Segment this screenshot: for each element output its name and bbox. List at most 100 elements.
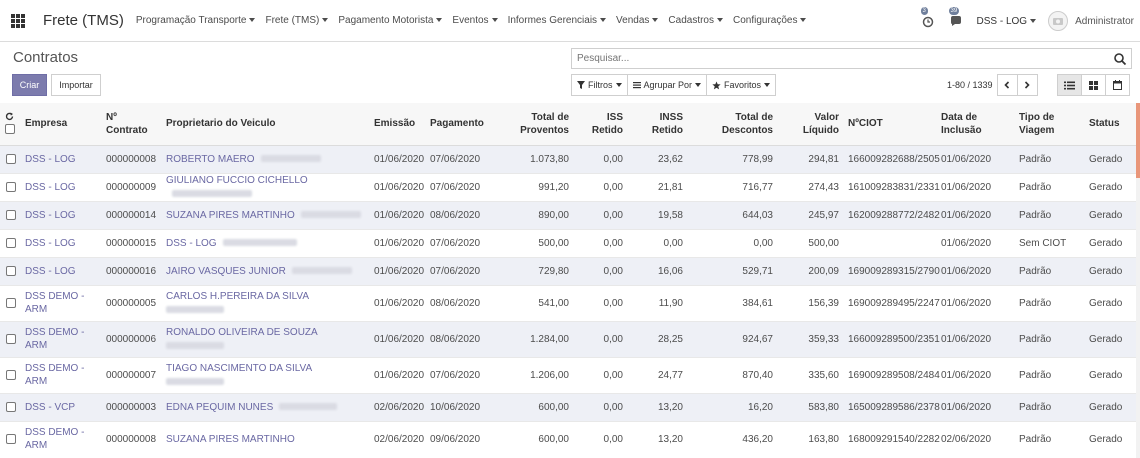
cell-empresa[interactable]: DSS - LOG	[22, 144, 103, 173]
refresh-icon[interactable]	[5, 112, 14, 121]
avatar[interactable]	[1048, 11, 1069, 31]
pager-next-button[interactable]	[1016, 74, 1038, 96]
cell-proprietario[interactable]: EDNA PEQUIM NUNES	[163, 392, 371, 421]
col-contrato[interactable]: Nº Contrato	[103, 103, 163, 146]
cell-empresa[interactable]: DSS - LOG	[22, 228, 103, 257]
cell-empresa[interactable]: DSS DEMO - ARM	[22, 320, 103, 357]
cell-proprietario[interactable]: GIULIANO FUCCIO CICHELLO	[163, 172, 371, 201]
col-valor-liquido[interactable]: Valor Líquido	[776, 103, 842, 146]
kanban-view-button[interactable]	[1081, 74, 1106, 96]
row-checkbox[interactable]	[6, 434, 16, 445]
table-row[interactable]: DSS - LOG 000000009 GIULIANO FUCCIO CICHEL…	[0, 172, 1136, 201]
cell-empresa[interactable]: DSS - LOG	[22, 256, 103, 285]
table-row[interactable]: DSS DEMO - ARM 000000005 CARLOS H.PEREIRA …	[0, 284, 1136, 321]
cell-proprietario[interactable]: SUZANA PIRES MARTINHO	[163, 200, 371, 229]
apps-menu-icon[interactable]	[11, 13, 25, 28]
contracts-table: Empresa Nº Contrato Proprietario do Veic…	[0, 103, 1136, 457]
col-data-inclusao[interactable]: Data de Inclusão	[938, 103, 1016, 146]
menu-vendas[interactable]: Vendas	[616, 15, 659, 26]
table-row[interactable]: DSS - LOG 000000014 SUZANA PIRES MARTINHO 0…	[0, 200, 1136, 229]
row-checkbox[interactable]	[6, 333, 16, 344]
menu-programacao-transporte[interactable]: Programação Transporte	[136, 15, 256, 26]
col-total-proventos[interactable]: Total de Proventos	[487, 103, 572, 146]
cell-proprietario[interactable]: ROBERTO MAERO	[163, 144, 371, 173]
favorites-button[interactable]: Favoritos	[706, 74, 777, 96]
col-emissao[interactable]: Emissão	[371, 103, 427, 146]
col-inss-retido[interactable]: INSS Retido	[626, 103, 686, 146]
cell-proprietario[interactable]: CARLOS H.PEREIRA DA SILVA	[163, 284, 371, 321]
row-checkbox[interactable]	[6, 237, 16, 248]
cell-nciot: 166009282688/2505	[842, 144, 940, 173]
user-menu[interactable]: Administrator	[1075, 16, 1134, 27]
menu-informes-gerenciais[interactable]: Informes Gerenciais	[508, 15, 607, 26]
cell-empresa[interactable]: DSS - LOG	[22, 200, 103, 229]
owner-name: TIAGO NASCIMENTO DA SILVA	[166, 363, 313, 374]
row-checkbox[interactable]	[6, 209, 16, 220]
cell-nciot	[842, 228, 938, 257]
cell-proprietario[interactable]: TIAGO NASCIMENTO DA SILVA	[163, 356, 371, 393]
cell-proprietario[interactable]: SUZANA PIRES MARTINHO	[163, 420, 371, 457]
search-icon[interactable]	[1113, 52, 1127, 66]
cell-tipo-viagem: Sem CIOT	[1016, 228, 1086, 257]
cell-total-descontos: 529,71	[686, 256, 776, 285]
table-row[interactable]: DSS DEMO - ARM 000000007 TIAGO NASCIMENTO …	[0, 356, 1136, 393]
row-checkbox[interactable]	[6, 369, 16, 380]
menu-pagamento-motorista[interactable]: Pagamento Motorista	[338, 15, 443, 26]
import-button[interactable]: Importar	[51, 74, 101, 96]
pager-previous-button[interactable]	[996, 74, 1018, 96]
row-select-cell	[0, 356, 22, 393]
col-tipo-viagem[interactable]: Tipo de Viagem	[1016, 103, 1086, 146]
row-checkbox[interactable]	[6, 297, 16, 308]
menu-label: Vendas	[616, 15, 650, 26]
table-row[interactable]: DSS DEMO - ARM 000000008 SUZANA PIRES MART…	[0, 420, 1136, 457]
col-empresa[interactable]: Empresa	[22, 103, 103, 146]
group-by-button[interactable]: Agrupar Por	[626, 74, 708, 96]
row-checkbox[interactable]	[6, 181, 16, 192]
col-nciot[interactable]: NºCIOT	[842, 103, 938, 146]
col-total-descontos[interactable]: Total de Descontos	[686, 103, 776, 146]
cell-empresa[interactable]: DSS - LOG	[22, 172, 103, 201]
cell-proprietario[interactable]: DSS - LOG	[163, 228, 371, 257]
messages-button[interactable]: 39	[948, 7, 963, 28]
company-switcher[interactable]: DSS - LOG	[977, 16, 1037, 27]
calendar-view-button[interactable]	[1105, 74, 1130, 96]
cell-proprietario[interactable]: RONALDO OLIVEIRA DE SOUZA	[163, 320, 371, 357]
row-checkbox[interactable]	[6, 401, 16, 412]
col-pagamento[interactable]: Pagamento	[427, 103, 487, 146]
col-proprietario[interactable]: Proprietario do Veiculo	[163, 103, 371, 146]
cell-contrato: 000000009	[103, 172, 163, 201]
menu-cadastros[interactable]: Cadastros	[668, 15, 723, 26]
select-all-checkbox[interactable]	[5, 124, 15, 135]
col-iss-retido[interactable]: ISS Retido	[572, 103, 626, 146]
list-view-button[interactable]	[1057, 74, 1082, 96]
filters-button[interactable]: Filtros	[571, 74, 628, 96]
row-checkbox[interactable]	[6, 153, 16, 164]
scrollbar-thumb[interactable]	[1136, 103, 1140, 178]
table-row[interactable]: DSS - LOG 000000015 DSS - LOG 01/06/2020 07/…	[0, 228, 1136, 257]
menu-frete-tms[interactable]: Frete (TMS)	[265, 15, 329, 26]
table-row[interactable]: DSS DEMO - ARM 000000006 RONALDO OLIVEIRA …	[0, 320, 1136, 357]
caret-down-icon	[249, 18, 256, 23]
cell-iss-retido: 0,00	[572, 144, 626, 173]
search-input[interactable]	[577, 53, 1113, 64]
cell-iss-retido: 0,00	[572, 284, 626, 321]
cell-empresa[interactable]: DSS DEMO - ARM	[22, 356, 103, 393]
menu-configuracoes[interactable]: Configurações	[733, 15, 807, 26]
row-checkbox[interactable]	[6, 265, 16, 276]
chevron-right-icon	[1024, 81, 1030, 89]
table-row[interactable]: DSS - LOG 000000008 ROBERTO MAERO 01/06/202…	[0, 144, 1136, 173]
table-row[interactable]: DSS - LOG 000000016 JAIRO VASQUES JUNIOR 01…	[0, 256, 1136, 285]
menu-eventos[interactable]: Eventos	[452, 15, 498, 26]
activity-button[interactable]: 3	[920, 7, 935, 28]
cell-empresa[interactable]: DSS DEMO - ARM	[22, 420, 103, 457]
pager-value[interactable]: 1-80 / 1339	[947, 80, 993, 90]
col-status[interactable]: Status	[1086, 103, 1136, 146]
cell-empresa[interactable]: DSS DEMO - ARM	[22, 284, 103, 321]
cell-proprietario[interactable]: JAIRO VASQUES JUNIOR	[163, 256, 371, 285]
create-button[interactable]: Criar	[12, 74, 47, 96]
cell-total-proventos: 541,00	[487, 284, 572, 321]
cell-valor-liquido: 200,09	[776, 256, 842, 285]
table-row[interactable]: DSS - VCP 000000003 EDNA PEQUIM NUNES 02/06…	[0, 392, 1136, 421]
cell-empresa[interactable]: DSS - VCP	[22, 392, 103, 421]
cell-iss-retido: 0,00	[572, 320, 626, 357]
